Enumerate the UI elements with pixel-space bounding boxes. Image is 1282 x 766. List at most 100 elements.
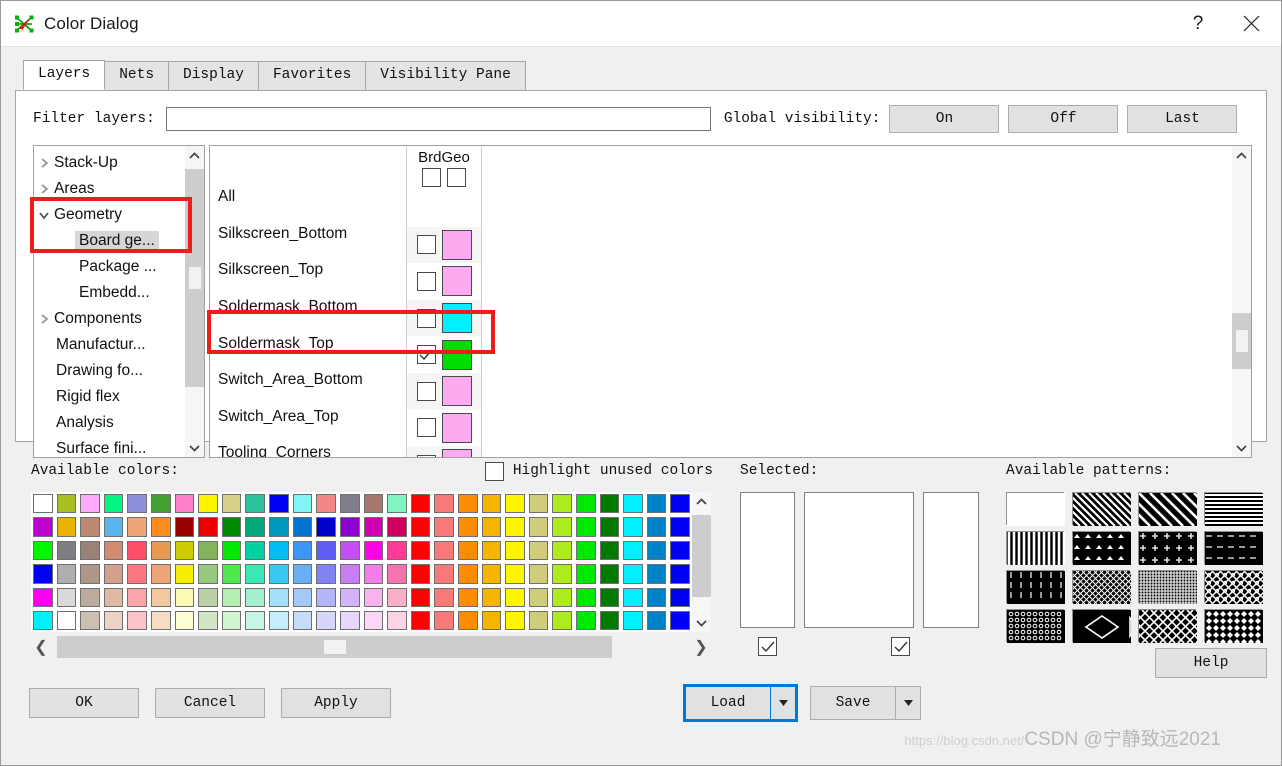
palette-swatch[interactable]: [503, 492, 527, 515]
palette-swatch[interactable]: [432, 586, 456, 609]
table-row[interactable]: Soldermask_Top: [210, 325, 406, 362]
palette-swatch[interactable]: [314, 586, 338, 609]
palette-swatch[interactable]: [456, 492, 480, 515]
palette-swatch[interactable]: [409, 586, 433, 609]
palette-swatch[interactable]: [574, 562, 598, 585]
palette-swatch[interactable]: [243, 562, 267, 585]
palette-swatch[interactable]: [598, 492, 622, 515]
tab-favorites[interactable]: Favorites: [257, 61, 367, 90]
palette-swatch[interactable]: [527, 539, 551, 562]
palette-swatch[interactable]: [102, 609, 126, 632]
palette-swatch[interactable]: [668, 539, 692, 562]
palette-swatch[interactable]: [409, 609, 433, 632]
palette-swatch[interactable]: [31, 586, 55, 609]
palette-swatch[interactable]: [574, 515, 598, 538]
palette-swatch[interactable]: [338, 515, 362, 538]
table-row[interactable]: Switch_Area_Top: [210, 399, 406, 436]
palette-swatch[interactable]: [598, 515, 622, 538]
palette-swatch[interactable]: [220, 539, 244, 562]
palette-swatch[interactable]: [267, 586, 291, 609]
palette-swatch[interactable]: [527, 492, 551, 515]
global-visibility-on-button[interactable]: On: [889, 105, 1000, 133]
palette-swatch[interactable]: [668, 515, 692, 538]
palette-swatch[interactable]: [31, 515, 55, 538]
palette-swatch[interactable]: [621, 515, 645, 538]
palette-swatch[interactable]: [220, 492, 244, 515]
palette-swatch[interactable]: [527, 515, 551, 538]
palette-swatch[interactable]: [55, 539, 79, 562]
palette-swatch[interactable]: [480, 515, 504, 538]
selected-color-preview[interactable]: [740, 492, 795, 628]
palette-swatch[interactable]: [220, 515, 244, 538]
table-row[interactable]: Switch_Area_Bottom: [210, 362, 406, 399]
palette-swatch[interactable]: [196, 492, 220, 515]
color-swatch[interactable]: [441, 412, 472, 443]
palette-swatch[interactable]: [385, 562, 409, 585]
color-swatch[interactable]: [441, 229, 472, 260]
layer-table[interactable]: All Silkscreen_Bottom Silkscreen_Top Sol…: [209, 145, 1252, 458]
palette-swatch[interactable]: [480, 539, 504, 562]
palette-swatch[interactable]: [291, 515, 315, 538]
palette-swatch[interactable]: [314, 562, 338, 585]
visibility-checkbox[interactable]: [416, 418, 436, 438]
help-button[interactable]: Help: [1155, 648, 1267, 678]
tab-visibility-pane[interactable]: Visibility Pane: [365, 61, 526, 90]
palette-swatch[interactable]: [102, 492, 126, 515]
palette-swatch[interactable]: [385, 515, 409, 538]
palette-swatch[interactable]: [645, 586, 669, 609]
palette-swatch[interactable]: [291, 586, 315, 609]
palette-swatch[interactable]: [55, 515, 79, 538]
palette-swatch[interactable]: [149, 492, 173, 515]
save-split-button[interactable]: Save: [810, 685, 921, 720]
filter-layers-input[interactable]: [165, 107, 711, 131]
palette-swatch[interactable]: [456, 515, 480, 538]
palette-swatch[interactable]: [102, 515, 126, 538]
palette-swatch[interactable]: [668, 609, 692, 632]
chevron-down-icon[interactable]: [34, 211, 54, 220]
color-swatch[interactable]: [441, 376, 472, 407]
pattern-swatch-dot-diamond[interactable]: [1171, 570, 1282, 605]
palette-swatch[interactable]: [480, 586, 504, 609]
palette-swatch[interactable]: [102, 562, 126, 585]
table-row[interactable]: Soldermask_Bottom: [210, 289, 406, 326]
palette-swatch[interactable]: [31, 609, 55, 632]
color-swatch[interactable]: [441, 339, 472, 370]
pattern-swatch-ticks[interactable]: [1006, 570, 1065, 604]
palette-swatch[interactable]: [480, 562, 504, 585]
palette-swatch[interactable]: [338, 539, 362, 562]
palette-swatch[interactable]: [125, 492, 149, 515]
highlight-unused-colors-checkbox[interactable]: [484, 461, 504, 481]
layer-table-scroll-track[interactable]: [1232, 165, 1251, 438]
palette-swatch[interactable]: [362, 539, 386, 562]
palette-swatch[interactable]: [550, 492, 574, 515]
palette-swatch[interactable]: [503, 539, 527, 562]
tree-scroll-thumb[interactable]: [185, 169, 204, 387]
palette-swatch[interactable]: [668, 586, 692, 609]
pattern-swatch-fine-grid[interactable]: [1138, 570, 1197, 604]
palette-swatch[interactable]: [338, 492, 362, 515]
palette-swatch[interactable]: [125, 539, 149, 562]
palette-swatch[interactable]: [31, 539, 55, 562]
palette-swatch[interactable]: [362, 492, 386, 515]
chevron-down-icon[interactable]: [770, 685, 796, 720]
palette-swatch[interactable]: [55, 609, 79, 632]
tree-item-analysis[interactable]: Analysis: [34, 410, 204, 436]
visibility-checkbox[interactable]: [416, 454, 436, 457]
palette-swatch[interactable]: [220, 562, 244, 585]
palette-swatch[interactable]: [385, 609, 409, 632]
palette-swatch[interactable]: [31, 492, 55, 515]
close-icon[interactable]: [1221, 2, 1281, 46]
palette-swatch[interactable]: [78, 539, 102, 562]
chevron-right-icon[interactable]: [34, 183, 54, 195]
color-swatch[interactable]: [441, 303, 472, 334]
tree-item-components[interactable]: Components: [34, 306, 204, 332]
selected-combined-preview[interactable]: [804, 492, 914, 628]
palette-swatch[interactable]: [432, 609, 456, 632]
tree-item-drawing-format[interactable]: Drawing fo...: [34, 358, 204, 384]
tree-item-geometry[interactable]: Geometry: [34, 202, 204, 228]
pattern-swatch-cross-hatch-diamond[interactable]: [1105, 609, 1257, 644]
pattern-swatch-horiz-lines[interactable]: [1204, 492, 1263, 526]
palette-swatch[interactable]: [574, 586, 598, 609]
palette-swatch[interactable]: [621, 562, 645, 585]
header-color-checkbox[interactable]: [447, 168, 466, 187]
